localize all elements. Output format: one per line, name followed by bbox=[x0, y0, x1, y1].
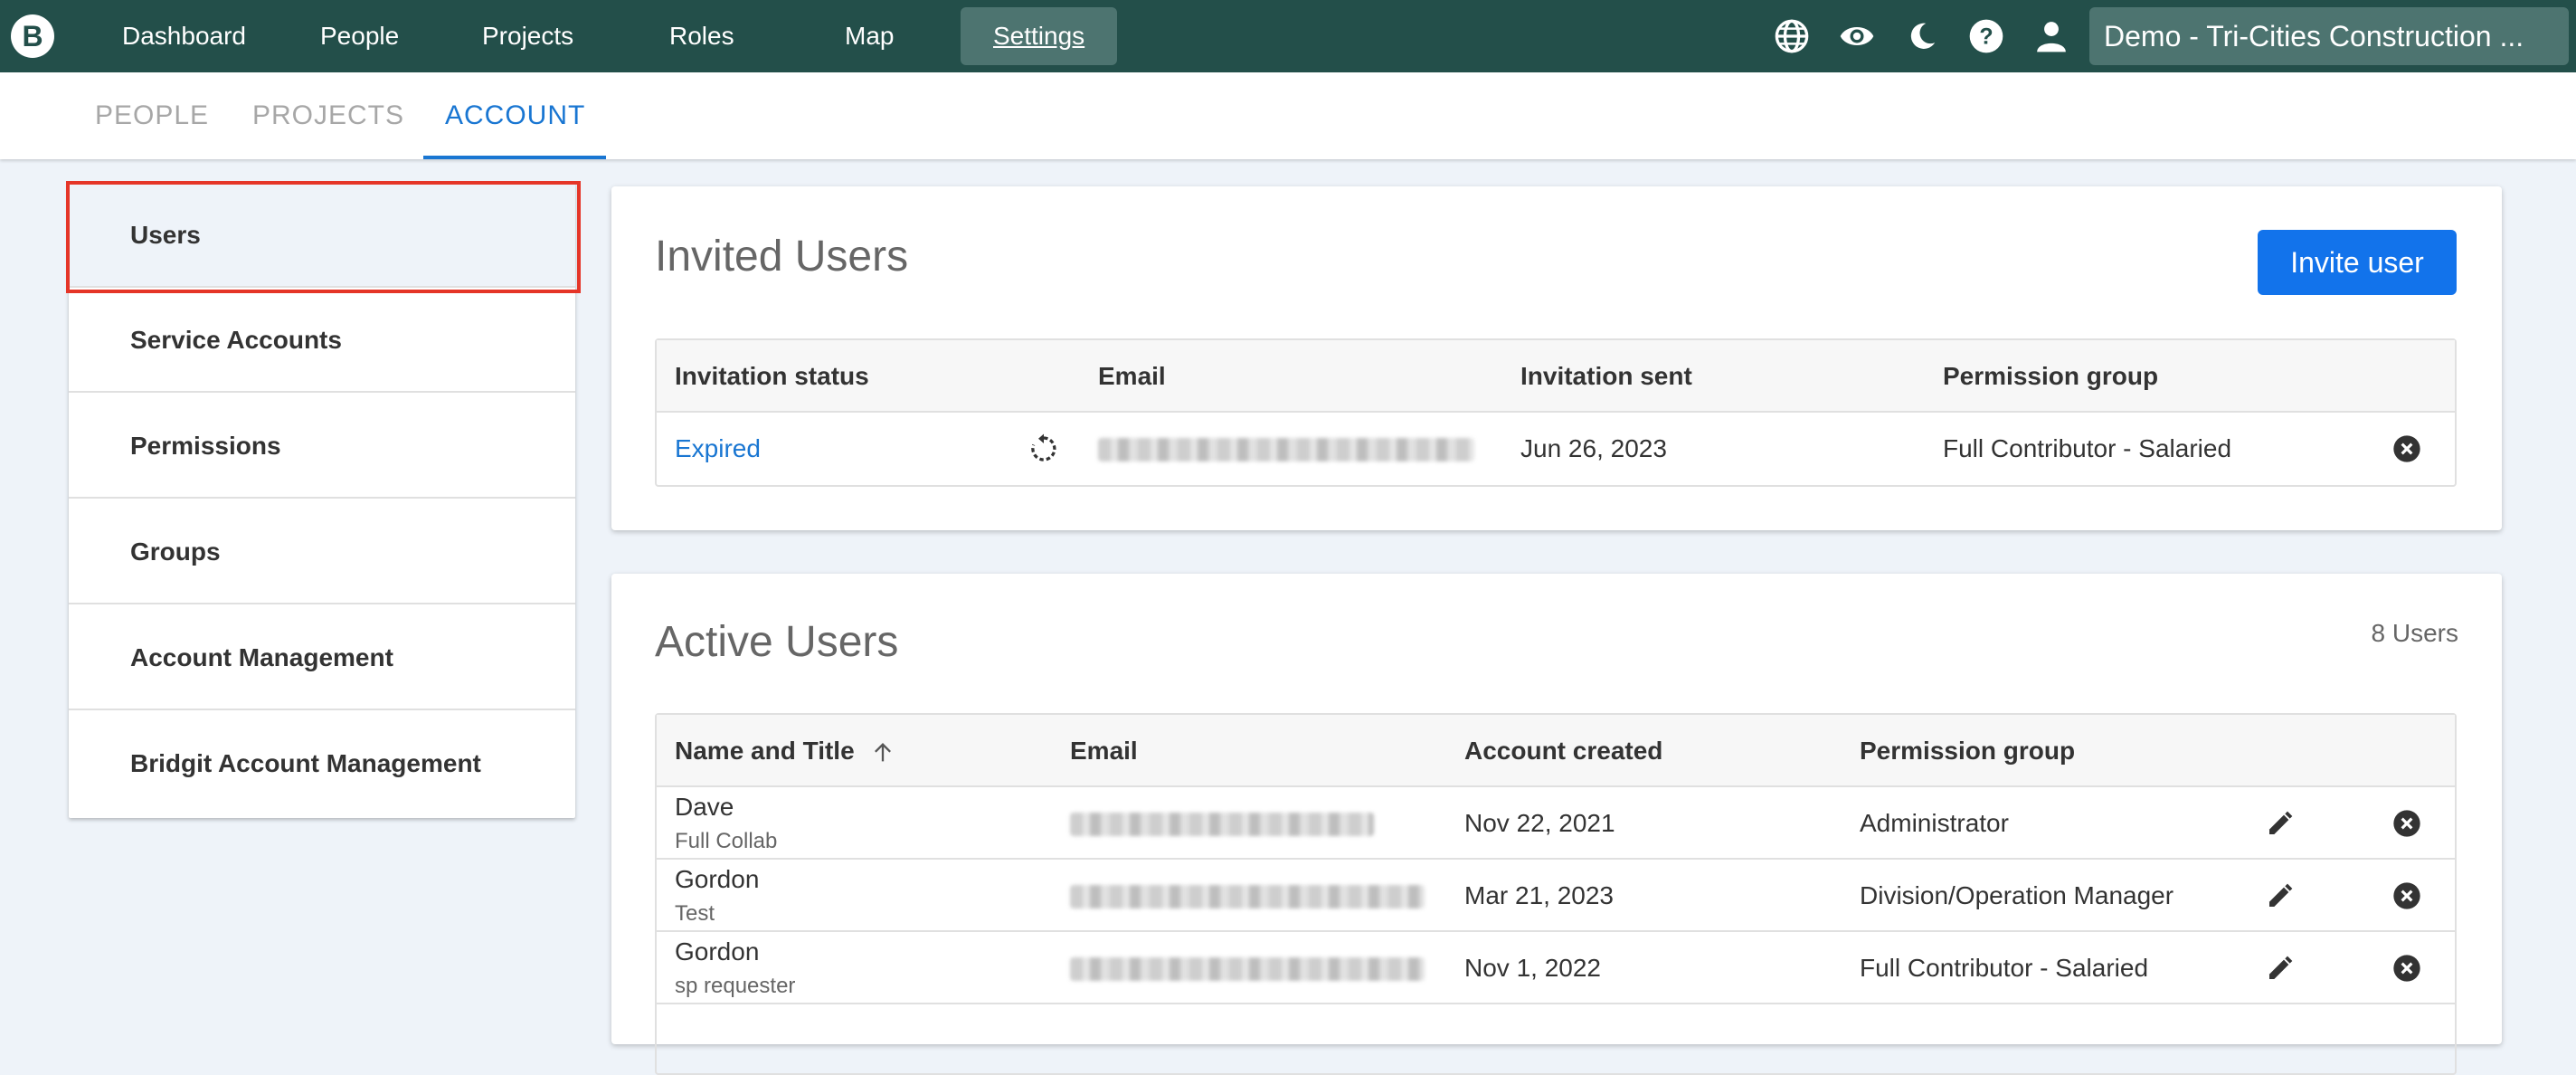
column-email[interactable]: Email bbox=[1070, 715, 1138, 787]
nav-roles[interactable]: Roles bbox=[669, 0, 734, 72]
sidebar-item-account-management[interactable]: Account Management bbox=[69, 605, 575, 710]
user-icon[interactable] bbox=[2033, 18, 2069, 54]
sidebar-item-permissions[interactable]: Permissions bbox=[69, 394, 575, 499]
sort-arrow-up-icon[interactable] bbox=[870, 740, 895, 766]
redacted-email bbox=[1070, 885, 1425, 909]
permission-group-value: Full Contributor - Salaried bbox=[1860, 954, 2149, 982]
account-created-date: Nov 1, 2022 bbox=[1464, 954, 1601, 982]
user-name: Gordon bbox=[675, 865, 760, 893]
sidebar-item-groups[interactable]: Groups bbox=[69, 499, 575, 604]
redacted-email bbox=[1070, 813, 1374, 836]
active-users-card: Active Users 8 Users Name and Title Emai… bbox=[611, 574, 2502, 1075]
edit-user-icon[interactable] bbox=[2262, 878, 2298, 914]
bridgit-logo-icon[interactable]: B bbox=[11, 14, 54, 58]
sidebar-item-bridgit-account-management[interactable]: Bridgit Account Management bbox=[69, 711, 575, 816]
invite-user-button[interactable]: Invite user bbox=[2258, 230, 2457, 295]
table-header: Invitation status Email Invitation sent … bbox=[657, 340, 2455, 413]
invitation-status-link[interactable]: Expired bbox=[675, 413, 761, 485]
organization-selector[interactable]: Demo - Tri-Cities Construction ... bbox=[2089, 7, 2569, 65]
column-invitation-status[interactable]: Invitation status bbox=[675, 340, 869, 413]
permission-group-value: Full Contributor - Salaried bbox=[1943, 434, 2232, 462]
column-name-label: Name and Title bbox=[675, 737, 855, 765]
resend-invite-icon[interactable] bbox=[1026, 431, 1062, 467]
nav-map[interactable]: Map bbox=[845, 0, 894, 72]
settings-subtabs: PEOPLE PROJECTS ACCOUNT bbox=[0, 72, 2576, 159]
tab-projects[interactable]: PROJECTS bbox=[252, 72, 404, 159]
column-account-created[interactable]: Account created bbox=[1464, 715, 1662, 787]
sidebar-item-service-accounts[interactable]: Service Accounts bbox=[69, 288, 575, 393]
redacted-email bbox=[1070, 957, 1425, 981]
top-nav-bar: B Dashboard People Projects Roles Map Se… bbox=[0, 0, 2576, 72]
active-users-title: Active Users bbox=[655, 618, 899, 666]
active-users-table: Name and Title Email Account created Per… bbox=[655, 713, 2457, 1075]
help-icon[interactable]: ? bbox=[1968, 18, 2004, 54]
account-created-date: Nov 22, 2021 bbox=[1464, 809, 1615, 837]
permission-group-value: Division/Operation Manager bbox=[1860, 881, 2174, 909]
user-title: Test bbox=[675, 901, 715, 926]
column-name-and-title[interactable]: Name and Title bbox=[675, 715, 895, 787]
invited-users-card: Invited Users Invite user Invitation sta… bbox=[611, 186, 2502, 530]
user-title: sp requester bbox=[675, 974, 796, 998]
table-row: Gordon Test Mar 21, 2023 Division/Operat… bbox=[657, 860, 2455, 932]
table-row: Dave Full Collab Nov 22, 2021 Administra… bbox=[657, 787, 2455, 860]
account-created-date: Mar 21, 2023 bbox=[1464, 881, 1614, 909]
svg-text:?: ? bbox=[1979, 24, 1993, 49]
user-title: Full Collab bbox=[675, 829, 778, 853]
remove-user-icon[interactable] bbox=[2389, 950, 2425, 986]
invited-users-table: Invitation status Email Invitation sent … bbox=[655, 338, 2457, 487]
column-permission-group[interactable]: Permission group bbox=[1943, 340, 2158, 413]
user-name: Dave bbox=[675, 793, 734, 821]
tab-people[interactable]: PEOPLE bbox=[95, 72, 209, 159]
invited-users-title: Invited Users bbox=[655, 233, 909, 281]
eye-icon[interactable] bbox=[1839, 18, 1875, 54]
column-email[interactable]: Email bbox=[1098, 340, 1166, 413]
table-row: Gordon sp requester Nov 1, 2022 Full Con… bbox=[657, 932, 2455, 1004]
table-row: Expired Jun 26, 2023 Full Contributor - … bbox=[657, 413, 2455, 485]
nav-settings[interactable]: Settings bbox=[961, 7, 1118, 65]
user-name: Gordon bbox=[675, 937, 760, 966]
tab-account[interactable]: ACCOUNT bbox=[445, 72, 585, 159]
invitation-sent-date: Jun 26, 2023 bbox=[1520, 434, 1667, 462]
nav-dashboard[interactable]: Dashboard bbox=[122, 0, 246, 72]
column-invitation-sent[interactable]: Invitation sent bbox=[1520, 340, 1692, 413]
edit-user-icon[interactable] bbox=[2262, 805, 2298, 842]
table-header: Name and Title Email Account created Per… bbox=[657, 715, 2455, 787]
active-tab-indicator bbox=[423, 156, 606, 159]
users-count: 8 Users bbox=[2371, 619, 2458, 647]
selection-highlight bbox=[66, 181, 581, 293]
remove-user-icon[interactable] bbox=[2389, 878, 2425, 914]
moon-icon[interactable] bbox=[1904, 18, 1940, 54]
remove-user-icon[interactable] bbox=[2389, 805, 2425, 842]
column-permission-group[interactable]: Permission group bbox=[1860, 715, 2075, 787]
edit-user-icon[interactable] bbox=[2262, 950, 2298, 986]
nav-projects[interactable]: Projects bbox=[482, 0, 573, 72]
globe-icon[interactable] bbox=[1774, 18, 1810, 54]
remove-invite-icon[interactable] bbox=[2389, 431, 2425, 467]
permission-group-value: Administrator bbox=[1860, 809, 2009, 837]
redacted-email bbox=[1098, 438, 1474, 461]
nav-people[interactable]: People bbox=[320, 0, 399, 72]
